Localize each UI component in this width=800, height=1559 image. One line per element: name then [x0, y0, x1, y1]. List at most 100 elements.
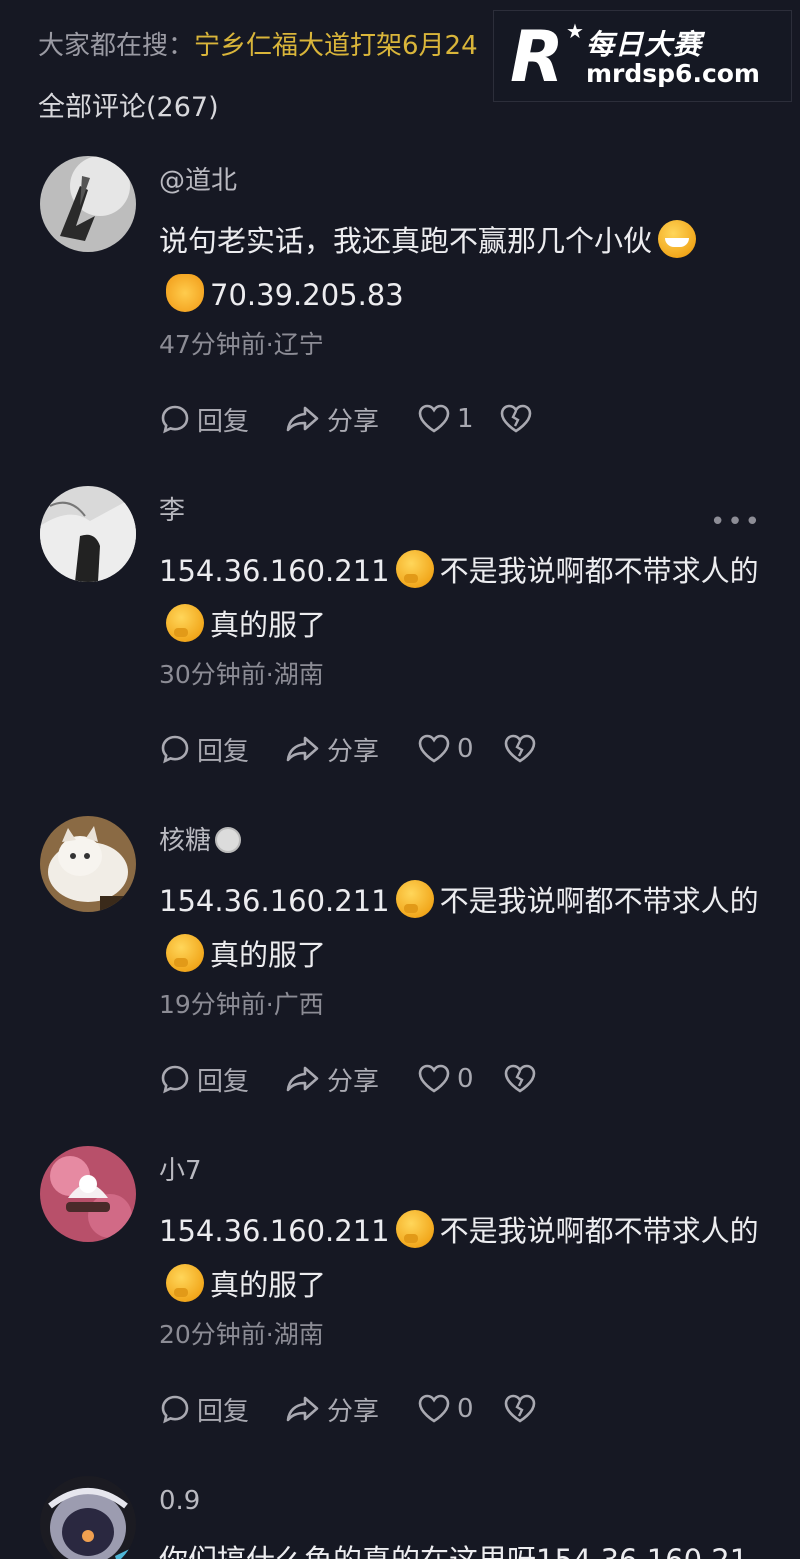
thinking-face-emoji-icon	[395, 880, 434, 918]
reply-button[interactable]: 回复	[159, 399, 249, 439]
comment-text-line-2: 真的服了	[166, 1264, 326, 1305]
share-label: 分享	[327, 1066, 380, 1097]
hot-search-label: 大家都在搜：	[38, 31, 195, 61]
thinking-face-emoji-icon	[166, 934, 204, 972]
comment-username[interactable]: 李	[159, 494, 185, 528]
thinking-face-emoji-icon	[166, 1264, 204, 1302]
like-button[interactable]: 0	[417, 1059, 474, 1099]
comment-username-text: 核糖	[159, 826, 212, 856]
hot-search-query[interactable]: 宁乡仁福大道打架6月24	[194, 31, 478, 61]
comments-page: 大家都在搜：宁乡仁福大道打架6月24 全部评论(267) R ★ 每日大赛 mr…	[0, 0, 800, 1559]
like-count: 1	[457, 404, 474, 434]
comment-actions: 回复 分享 0	[159, 729, 579, 769]
watermark-r-letter: R	[510, 16, 564, 98]
dislike-button[interactable]	[503, 729, 543, 769]
hot-search-bar[interactable]: 大家都在搜：宁乡仁福大道打架6月24	[38, 28, 478, 64]
comment-text-line-2: 真的服了	[166, 604, 326, 645]
comment-text-line: 真的服了	[210, 1268, 327, 1302]
comment-bubble-icon	[161, 405, 189, 434]
like-count: 0	[457, 1394, 474, 1424]
comment-username[interactable]: 0.9	[159, 1484, 200, 1518]
avatar[interactable]	[40, 486, 136, 582]
comment-actions: 回复 分享 0	[159, 1059, 579, 1099]
thinking-face-emoji-icon	[395, 550, 434, 588]
share-label: 分享	[327, 406, 380, 437]
dislike-button[interactable]	[503, 1389, 543, 1429]
reply-button[interactable]: 回复	[159, 729, 249, 769]
share-label: 分享	[327, 736, 380, 767]
reply-label: 回复	[197, 406, 250, 437]
share-button[interactable]: 分享	[285, 1059, 379, 1099]
like-button[interactable]: 0	[417, 729, 474, 769]
reply-button[interactable]: 回复	[159, 1059, 249, 1099]
reply-label: 回复	[197, 736, 250, 767]
comment-username[interactable]: 小7	[159, 1154, 202, 1188]
watermark-logo: R ★ 每日大赛 mrdsp6.com	[493, 10, 792, 102]
thinking-face-emoji-icon	[395, 1210, 434, 1248]
share-button[interactable]: 分享	[285, 729, 379, 769]
comment-username[interactable]: @道北	[159, 164, 237, 198]
like-button[interactable]: 0	[417, 1389, 474, 1429]
avatar[interactable]	[40, 1476, 136, 1559]
reply-button[interactable]: 回复	[159, 1389, 249, 1429]
like-button[interactable]: 1	[417, 399, 474, 439]
broken-heart-icon	[504, 1394, 536, 1423]
heart-icon	[418, 1064, 450, 1093]
avatar[interactable]	[40, 1146, 136, 1242]
like-count: 0	[457, 734, 474, 764]
share-arrow-icon	[286, 406, 319, 432]
comment-text-line-2: 70.39.205.83	[166, 274, 404, 315]
share-label: 分享	[327, 1396, 380, 1427]
comment-actions: 回复 分享 1	[159, 399, 579, 439]
volleyball-icon	[215, 827, 242, 853]
avatar[interactable]	[40, 156, 136, 252]
comment-bubble-icon	[161, 1395, 189, 1424]
comment-text: 154.36.160.211 不是我说啊都不带求人的	[159, 1210, 759, 1251]
thinking-face-emoji-icon	[166, 604, 204, 642]
comment-text-line: 不是我说啊都不带求人的	[439, 1214, 759, 1248]
comment-text: 154.36.160.211 不是我说啊都不带求人的	[159, 550, 759, 591]
comment-text: 说句老实话，我还真跑不赢那几个小伙	[159, 220, 702, 261]
comment-ip-text: 154.36.160.211	[159, 884, 390, 918]
comment-text-line: 真的服了	[210, 938, 327, 972]
comment-username[interactable]: 核糖	[159, 824, 242, 858]
heart-icon	[418, 1394, 450, 1423]
avatar[interactable]	[40, 816, 136, 912]
broken-heart-icon	[504, 1064, 536, 1093]
comment-meta: 19分钟前·广西	[159, 990, 324, 1019]
watermark-url: mrdsp6.com	[586, 59, 760, 88]
comment-text: 你们搞什么鱼的真的在这里呀154.36.160.21	[159, 1540, 748, 1559]
comment-ip-text: 154.36.160.211	[159, 554, 390, 588]
dislike-button[interactable]	[499, 399, 539, 439]
comment-text: 154.36.160.211 不是我说啊都不带求人的	[159, 880, 759, 921]
comment-text-line: 不是我说啊都不带求人的	[439, 884, 759, 918]
comment-bubble-icon	[161, 1065, 189, 1094]
comment-text-line-2: 真的服了	[166, 934, 326, 975]
reply-label: 回复	[197, 1396, 250, 1427]
broken-heart-icon	[504, 734, 536, 763]
comment-meta: 20分钟前·湖南	[159, 1320, 324, 1349]
grinning-emoji-icon	[658, 220, 697, 258]
share-arrow-icon	[286, 1396, 319, 1422]
heart-icon	[418, 734, 450, 763]
comment-text-line: 不是我说啊都不带求人的	[439, 554, 759, 588]
share-arrow-icon	[286, 1066, 319, 1092]
share-arrow-icon	[286, 736, 319, 762]
comment-ip-text: 154.36.160.211	[159, 1214, 390, 1248]
more-options-icon[interactable]: •••	[710, 509, 762, 535]
share-button[interactable]: 分享	[285, 399, 379, 439]
reply-label: 回复	[197, 1066, 250, 1097]
dislike-button[interactable]	[503, 1059, 543, 1099]
share-button[interactable]: 分享	[285, 1389, 379, 1429]
star-icon: ★	[566, 19, 584, 43]
clapping-hands-emoji-icon	[166, 274, 204, 312]
heart-icon	[418, 404, 450, 433]
comment-bubble-icon	[161, 735, 189, 764]
comments-count-title: 全部评论(267)	[38, 92, 219, 123]
comment-ip-text: 70.39.205.83	[210, 278, 404, 312]
comment-actions: 回复 分享 0	[159, 1389, 579, 1429]
comment-meta: 30分钟前·湖南	[159, 660, 324, 689]
comment-text-line: 说句老实话，我还真跑不赢那几个小伙	[159, 224, 653, 258]
broken-heart-icon	[500, 404, 532, 433]
comment-meta: 47分钟前·辽宁	[159, 330, 324, 359]
